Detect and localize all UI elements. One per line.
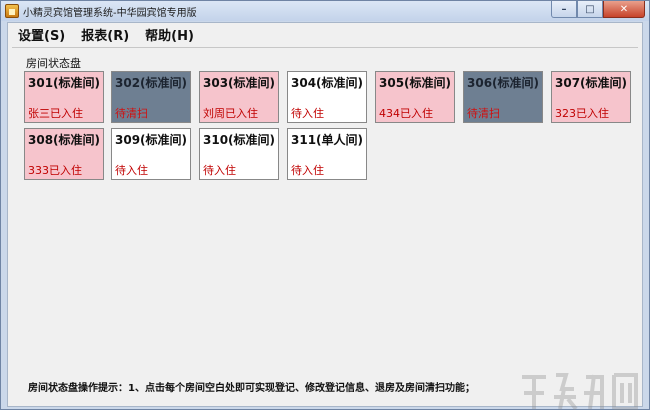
window-controls: – □ ✕: [551, 1, 645, 19]
title-bar[interactable]: 小精灵宾馆管理系统-中华园宾馆专用版 – □ ✕: [1, 1, 649, 21]
minimize-button[interactable]: –: [551, 1, 577, 18]
room-tile-306[interactable]: 306(标准间) 待清扫: [463, 71, 543, 123]
room-tile-309[interactable]: 309(标准间) 待入住: [111, 128, 191, 180]
close-button[interactable]: ✕: [603, 1, 645, 18]
menu-help[interactable]: 帮助(H): [145, 25, 194, 44]
room-name: 306(标准间): [467, 76, 540, 90]
menu-settings[interactable]: 设置(S): [18, 25, 65, 44]
room-tile-307[interactable]: 307(标准间) 323已入住: [551, 71, 631, 123]
room-status: 刘周已入住: [203, 107, 258, 120]
room-status: 张三已入住: [28, 107, 83, 120]
room-status: 323已入住: [555, 107, 609, 120]
room-status: 待入住: [291, 164, 324, 177]
room-name: 304(标准间): [291, 76, 364, 90]
room-tile-302[interactable]: 302(标准间) 待清扫: [111, 71, 191, 123]
room-status: 434已入住: [379, 107, 433, 120]
app-window: 小精灵宾馆管理系统-中华园宾馆专用版 – □ ✕ 设置(S) 报表(R) 帮助(…: [0, 0, 650, 410]
room-tile-303[interactable]: 303(标准间) 刘周已入住: [199, 71, 279, 123]
maximize-button[interactable]: □: [577, 1, 603, 18]
room-status-panel: 房间状态盘 301(标准间) 张三已入住 302(标准间) 待清扫 303(标准…: [12, 47, 638, 377]
room-tile-311[interactable]: 311(单人间) 待入住: [287, 128, 367, 180]
room-status: 待清扫: [115, 107, 148, 120]
app-icon[interactable]: [5, 4, 19, 18]
menu-bar: 设置(S) 报表(R) 帮助(H): [8, 23, 642, 45]
room-status: 待入住: [291, 107, 324, 120]
room-name: 301(标准间): [28, 76, 101, 90]
panel-title: 房间状态盘: [24, 55, 83, 71]
room-status: 333已入住: [28, 164, 82, 177]
room-tile-305[interactable]: 305(标准间) 434已入住: [375, 71, 455, 123]
room-tile-304[interactable]: 304(标准间) 待入住: [287, 71, 367, 123]
room-name: 310(标准间): [203, 133, 276, 147]
room-tile-308[interactable]: 308(标准间) 333已入住: [24, 128, 104, 180]
operation-hint: 房间状态盘操作提示：1、点击每个房间空白处即可实现登记、修改登记信息、退房及房间…: [28, 383, 475, 394]
window-title: 小精灵宾馆管理系统-中华园宾馆专用版: [23, 8, 197, 19]
watermark-logo: [522, 373, 638, 410]
room-name: 308(标准间): [28, 133, 101, 147]
room-name: 309(标准间): [115, 133, 188, 147]
room-tile-301[interactable]: 301(标准间) 张三已入住: [24, 71, 104, 123]
room-status: 待入住: [203, 164, 236, 177]
room-name: 302(标准间): [115, 76, 188, 90]
room-status: 待入住: [115, 164, 148, 177]
room-name: 305(标准间): [379, 76, 452, 90]
room-tile-310[interactable]: 310(标准间) 待入住: [199, 128, 279, 180]
menu-reports[interactable]: 报表(R): [81, 25, 129, 44]
room-name: 307(标准间): [555, 76, 628, 90]
room-name: 303(标准间): [203, 76, 276, 90]
client-area: 设置(S) 报表(R) 帮助(H) 房间状态盘 301(标准间) 张三已入住 3…: [7, 22, 643, 410]
room-status: 待清扫: [467, 107, 500, 120]
room-name: 311(单人间): [291, 133, 364, 147]
